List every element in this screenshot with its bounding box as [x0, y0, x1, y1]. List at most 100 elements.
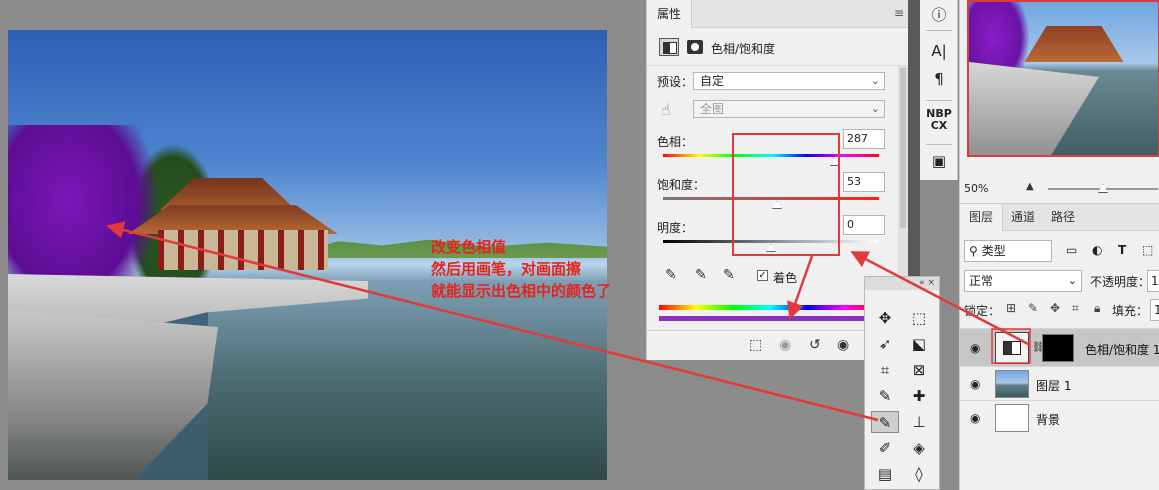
pavilion-body	[158, 230, 328, 270]
hue-label: 色相：	[657, 135, 694, 149]
layer-name: 背景	[1036, 413, 1061, 427]
gradient-tool-icon[interactable]: ▤	[871, 463, 899, 485]
output-spectrum-bar	[659, 316, 881, 321]
hue-slider-thumb[interactable]	[830, 158, 840, 166]
mask-icon[interactable]	[687, 40, 703, 54]
image-filter-icon[interactable]: ▭	[1066, 243, 1077, 257]
lock-artboard-icon[interactable]: ⌗	[1072, 301, 1079, 316]
hue-slider-track[interactable]	[663, 154, 879, 157]
zoom-out-mountain-icon[interactable]: ▲	[1026, 181, 1034, 192]
lock-position-icon[interactable]: ✥	[1050, 301, 1060, 315]
layer-row-layer1[interactable]: ◉ 图层 1	[960, 366, 1159, 400]
adjustment-header: 色相/饱和度	[647, 28, 908, 66]
history-brush-tool-icon[interactable]: ✐	[871, 437, 899, 459]
filter-value: 类型	[981, 244, 1006, 258]
hue-saturation-glyph-icon	[1003, 341, 1021, 355]
visibility-eye-icon[interactable]: ◉	[837, 337, 849, 353]
lasso-tool-icon[interactable]: ➶	[871, 333, 899, 355]
brush-tool-icon[interactable]: ✎	[871, 411, 899, 433]
clip-to-layer-icon[interactable]: ⬚	[749, 337, 762, 353]
tab-paths[interactable]: 路径	[1042, 204, 1084, 231]
annotation-line-3: 就能显示出色相中的颜色了	[431, 282, 612, 300]
lightness-slider-thumb[interactable]	[766, 244, 776, 252]
panel-menu-icon[interactable]: ≡	[894, 6, 904, 20]
paragraph-icon[interactable]: ¶	[920, 70, 958, 88]
layer-name: 图层 1	[1036, 379, 1072, 393]
search-icon: ⚲	[969, 244, 982, 258]
eyedropper-icon[interactable]: ✎	[665, 267, 677, 283]
tools-header[interactable]: « ×	[865, 277, 939, 290]
adjustment-filter-icon[interactable]: ◐	[1092, 243, 1102, 257]
layer-row-hue-saturation[interactable]: ◉ ⛓ 色相/饱和度 1	[960, 328, 1159, 366]
visibility-eye-icon[interactable]: ◉	[970, 341, 980, 355]
nbp-cx-icon[interactable]: NBP CX	[920, 108, 958, 132]
visibility-eye-icon[interactable]: ◉	[970, 411, 980, 425]
layer-row-background[interactable]: ◉ 背景	[960, 400, 1159, 434]
info-icon[interactable]: ⓘ	[920, 4, 958, 25]
fill-label: 填充：	[1112, 304, 1149, 318]
document-canvas[interactable]	[8, 30, 607, 480]
preset-select[interactable]: 自定 ⌄	[693, 72, 885, 90]
tab-properties[interactable]: 属性	[647, 0, 693, 28]
glyphs-panel-icon[interactable]: ▣	[920, 152, 958, 170]
chevron-down-icon: ⌄	[1067, 274, 1077, 287]
divider	[926, 30, 952, 31]
visibility-eye-icon[interactable]: ◉	[970, 377, 980, 391]
layer-thumb	[995, 404, 1029, 432]
adjustment-title: 色相/饱和度	[711, 42, 776, 56]
lightness-input[interactable]: 0	[843, 215, 885, 235]
saturation-label: 饱和度：	[657, 178, 706, 192]
divider	[926, 144, 952, 145]
blur-tool-icon[interactable]: ◊	[905, 463, 933, 485]
saturation-input[interactable]: 53	[843, 172, 885, 192]
lock-all-icon[interactable]: 🔒︎	[1094, 301, 1100, 316]
fill-input[interactable]: 10	[1150, 299, 1159, 321]
channel-select[interactable]: 全图 ⌄	[693, 100, 885, 118]
tab-layers[interactable]: 图层	[960, 204, 1004, 231]
adjustment-layer-icon[interactable]	[659, 38, 679, 56]
opacity-input[interactable]: 10	[1147, 270, 1159, 292]
annotation-line-1: 改变色相值	[431, 238, 507, 256]
target-adjust-hand-icon[interactable]: ☝	[661, 100, 671, 119]
crop-tool-icon[interactable]: ⌗	[871, 359, 899, 381]
shape-filter-icon[interactable]: ⬚	[1142, 243, 1153, 257]
lightness-label: 明度：	[657, 221, 694, 235]
quick-select-tool-icon[interactable]: ⬕	[905, 333, 933, 355]
stone-railing	[8, 310, 218, 480]
character-icon[interactable]: A|	[920, 42, 958, 60]
lock-pixels-icon[interactable]: ✎	[1028, 301, 1038, 315]
chevron-down-icon: ⌄	[870, 102, 880, 115]
eyedropper-tool-icon[interactable]: ✎	[871, 385, 899, 407]
marquee-tool-icon[interactable]: ⬚	[905, 307, 933, 329]
healing-brush-tool-icon[interactable]: ✚	[905, 385, 933, 407]
eraser-tool-icon[interactable]: ◈	[905, 437, 933, 459]
lock-transparency-icon[interactable]: ⊞	[1006, 301, 1016, 315]
tab-channels[interactable]: 通道	[1002, 204, 1044, 231]
preset-value: 自定	[700, 74, 725, 88]
layer-filter-select[interactable]: ⚲ 类型	[964, 240, 1052, 262]
saturation-slider-track[interactable]	[663, 197, 879, 200]
divider	[926, 100, 952, 101]
lake-water	[208, 280, 607, 480]
eyedropper-minus-icon[interactable]: ✎	[723, 267, 735, 283]
reset-icon[interactable]: ↺	[809, 337, 821, 353]
eyedropper-plus-icon[interactable]: ✎	[695, 267, 707, 283]
colorize-checkbox[interactable]: ✓	[757, 270, 768, 281]
layers-tabbar: 图层 通道 路径	[960, 203, 1159, 231]
frame-tool-icon[interactable]: ⊠	[905, 359, 933, 381]
zoom-value[interactable]: 50%	[964, 182, 988, 195]
type-filter-icon[interactable]: T	[1118, 243, 1126, 257]
view-previous-icon[interactable]: ◉	[779, 337, 791, 353]
layer-mask-thumb[interactable]	[1042, 334, 1074, 362]
saturation-slider-thumb[interactable]	[772, 201, 782, 209]
clone-stamp-tool-icon[interactable]: ⊥	[905, 411, 933, 433]
lightness-slider-track[interactable]	[663, 240, 879, 243]
move-tool-icon[interactable]: ✥	[871, 307, 899, 329]
tools-panel: « × ✥ ⬚ ➶ ⬕ ⌗ ⊠ ✎ ✚ ✎ ⊥ ✐ ◈ ▤ ◊	[864, 276, 940, 490]
blend-mode-select[interactable]: 正常 ⌄	[964, 270, 1082, 292]
channel-value: 全图	[700, 102, 725, 116]
hue-input[interactable]: 287	[843, 129, 885, 149]
pavilion-thumb	[1024, 26, 1124, 62]
navigator-thumbnail[interactable]	[967, 0, 1159, 157]
annotation-line-2: 然后用画笔，对画面擦	[431, 260, 582, 278]
